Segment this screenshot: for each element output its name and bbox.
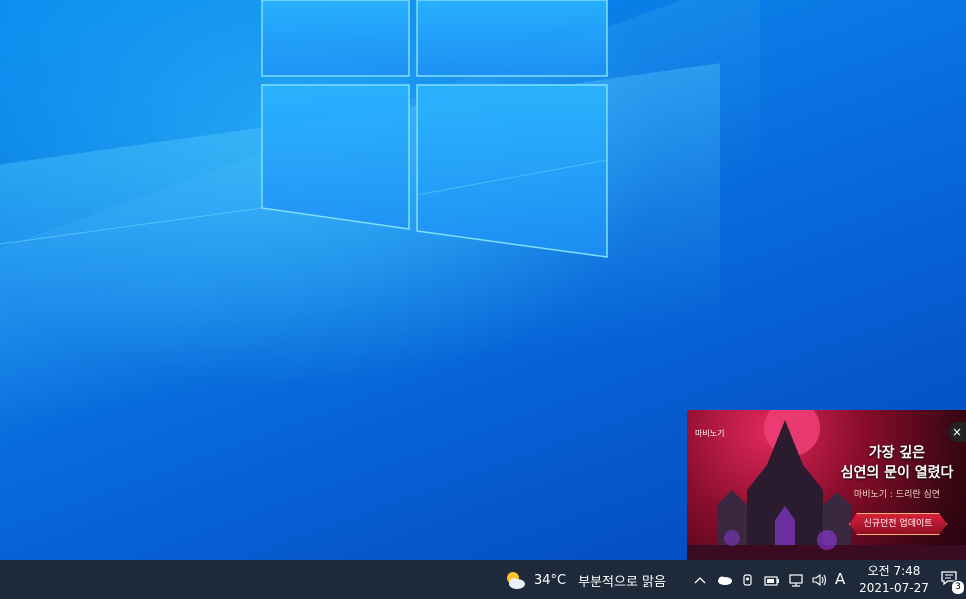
ad-subtitle: 마비노기 : 드리란 심연 [853,490,941,500]
ad-artwork [687,410,966,560]
clock-date: 2021-07-27 [859,581,929,595]
ad-close-button[interactable]: × [948,422,966,442]
ad-update-button[interactable]: 신규던전 업데이트 [849,513,947,535]
input-method-indicator[interactable]: A [835,570,845,588]
clock[interactable]: 오전 7:48 2021-07-27 [856,563,932,597]
taskbar: 34°C 부분적으로 맑음 A 오전 7:48 2021-07-27 3 [0,560,966,599]
action-center-button[interactable]: 3 [940,569,965,595]
weather-temperature: 34°C [534,572,567,588]
weather-description: 부분적으로 맑음 [578,574,666,590]
onedrive-cloud-icon[interactable] [715,569,733,591]
ad-headline-1: 가장 깊은 [868,445,926,461]
chevron-up-icon[interactable] [691,569,709,591]
clock-time: 오전 7:48 [867,564,921,578]
notification-count-badge: 3 [951,580,965,595]
volume-icon[interactable] [811,569,829,591]
meet-now-icon[interactable] [739,569,757,591]
weather-widget[interactable]: 34°C 부분적으로 맑음 [504,569,666,591]
network-icon[interactable] [787,569,805,591]
battery-icon[interactable] [763,569,781,591]
ad-game-logo: 마비노기 [695,429,725,438]
partly-cloudy-icon [507,572,525,589]
ad-popup[interactable]: 마비노기 × 가장 깊은 심연의 문이 열렸다 마비노기 : 드리란 심연 신규… [687,410,966,560]
ad-headline-2: 심연의 문이 열렸다 [840,465,954,481]
